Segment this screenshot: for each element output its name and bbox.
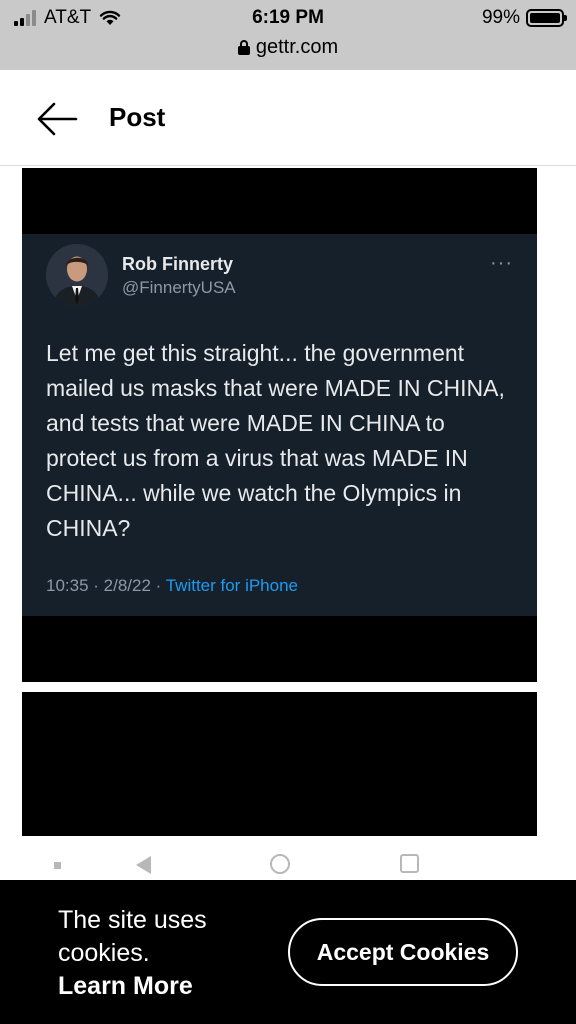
tweet-card: Rob Finnerty @FinnertyUSA ··· Let me get… (22, 234, 537, 616)
lock-icon (237, 40, 250, 55)
status-bar: AT&T 6:19 PM 99% gettr.com (0, 0, 576, 70)
accept-cookies-button[interactable]: Accept Cookies (288, 918, 518, 986)
embedded-nav-bar (22, 846, 537, 878)
back-button[interactable] (36, 101, 78, 137)
tweet-source: Twitter for iPhone (165, 576, 298, 595)
cookie-banner: The site uses cookies. Learn More Accept… (0, 880, 576, 1024)
battery-percent: 99% (481, 7, 520, 28)
cookie-text: The site uses cookies. Learn More (58, 904, 268, 1003)
more-options-icon: ··· (490, 252, 513, 274)
page-title: Post (109, 102, 166, 132)
triangle-back-icon (136, 856, 151, 874)
circle-home-icon (270, 854, 290, 874)
battery-status: 99% (481, 7, 567, 29)
url-text[interactable]: gettr.com (256, 36, 338, 59)
arrow-left-icon (37, 102, 78, 136)
cookie-message: The site uses cookies. (58, 906, 207, 967)
author-name: Rob Finnerty (122, 254, 233, 274)
author-handle: @FinnertyUSA (122, 278, 236, 297)
learn-more-link[interactable]: Learn More (58, 970, 268, 1003)
tweet-timestamp: 10:35 · 2/8/22 · (46, 576, 166, 595)
battery-icon (526, 9, 567, 27)
second-post-image[interactable] (22, 692, 537, 836)
tweet-meta: 10:35 · 2/8/22 · Twitter for iPhone (46, 576, 298, 596)
avatar (46, 244, 108, 306)
url-bar[interactable]: gettr.com (0, 36, 576, 59)
post-image[interactable]: Rob Finnerty @FinnertyUSA ··· Let me get… (22, 168, 537, 682)
page-header: Post (0, 70, 576, 166)
battery-fill (530, 13, 560, 23)
tweet-text: Let me get this straight... the governme… (46, 340, 505, 541)
person-avatar-icon (46, 244, 108, 306)
menu-dot-icon (54, 862, 61, 869)
square-recent-icon (400, 854, 419, 873)
